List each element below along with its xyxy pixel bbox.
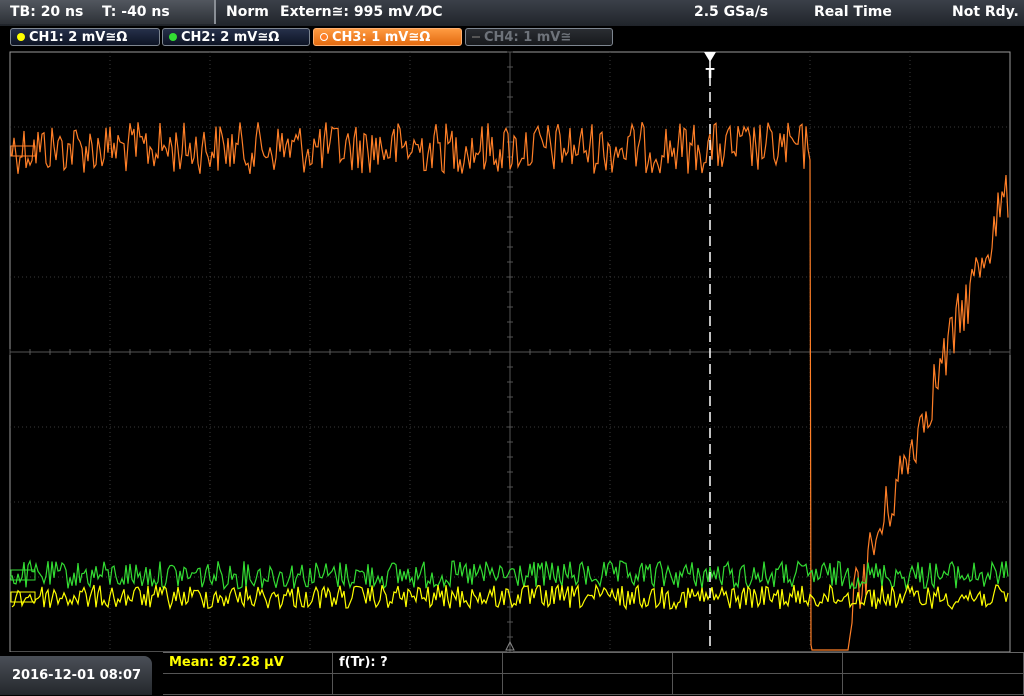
- status-bar: TB: 20 ns T: -40 ns Norm Extern≅: 995 mV…: [0, 0, 1024, 26]
- channel-tab-ch3[interactable]: CH3: 1 mV≅Ω: [313, 28, 462, 46]
- measurement-slot-10[interactable]: [843, 674, 1024, 695]
- trigger-source[interactable]: Extern≅: 995 mV ⁄DC: [280, 0, 442, 24]
- trigger-marker-label: T: [706, 67, 715, 82]
- ch1-label: CH1: 2 mV≅Ω: [29, 30, 128, 45]
- timebase-value[interactable]: TB: 20 ns: [10, 0, 83, 24]
- channel-tab-ch2[interactable]: CH2: 2 mV≅Ω: [162, 28, 310, 46]
- sample-rate[interactable]: 2.5 GSa/s: [694, 0, 768, 24]
- ch3-indicator-icon: [320, 33, 328, 41]
- ch4-label: CH4: 1 mV≅: [484, 30, 572, 45]
- measurement-slot-5[interactable]: [843, 653, 1024, 674]
- ch1-indicator-icon: [17, 33, 25, 41]
- ch2-indicator-icon: [169, 33, 177, 41]
- waveform-display[interactable]: T: [8, 50, 1024, 652]
- ch3-label: CH3: 1 mV≅Ω: [332, 30, 431, 45]
- measurement-slot-9[interactable]: [673, 674, 843, 695]
- measurement-slot-8[interactable]: [503, 674, 673, 695]
- acquisition-mode[interactable]: Norm: [226, 0, 269, 24]
- channel-tab-ch4[interactable]: CH4: 1 mV≅: [465, 28, 613, 46]
- trigger-position-icon[interactable]: [704, 52, 716, 62]
- measurement-slot-6[interactable]: [163, 674, 333, 695]
- measurement-fall-time[interactable]: f(Tr): ?: [333, 653, 503, 674]
- channel-bar: CH1: 2 mV≅Ω CH2: 2 mV≅Ω CH3: 1 mV≅Ω CH4:…: [0, 26, 1024, 48]
- ch2-label: CH2: 2 mV≅Ω: [181, 30, 280, 45]
- date-time: 2016-12-01 08:07: [0, 656, 152, 695]
- ch4-indicator-icon: [472, 36, 480, 38]
- footer: 2016-12-01 08:07 Mean: 87.28 µV f(Tr): ?: [0, 652, 1024, 695]
- measurement-slot-4[interactable]: [673, 653, 843, 674]
- channel-tab-ch1[interactable]: CH1: 2 mV≅Ω: [10, 28, 160, 46]
- measurement-slot-7[interactable]: [333, 674, 503, 695]
- acquisition-type[interactable]: Real Time: [814, 0, 892, 24]
- trigger-status: Not Rdy.: [952, 4, 1019, 20]
- measurement-slot-3[interactable]: [503, 653, 673, 674]
- measurement-panel[interactable]: Mean: 87.28 µV f(Tr): ?: [163, 652, 1024, 696]
- timebase-panel[interactable]: TB: 20 ns T: -40 ns: [0, 0, 216, 24]
- trigger-time-value[interactable]: T: -40 ns: [102, 0, 170, 24]
- measurement-mean[interactable]: Mean: 87.28 µV: [163, 653, 333, 674]
